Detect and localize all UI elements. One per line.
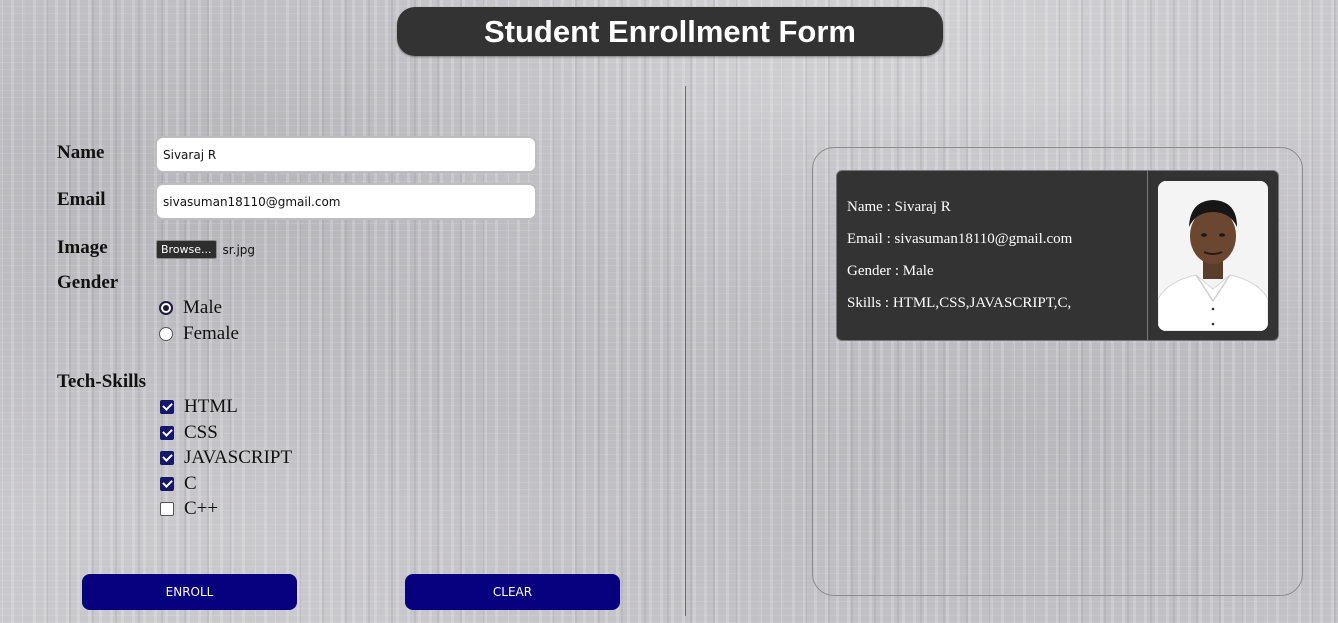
gender-option-male[interactable]: Male — [159, 297, 222, 319]
image-file-input[interactable]: Browse... sr.jpg — [156, 240, 255, 259]
email-label: Email — [57, 189, 106, 210]
name-input[interactable] — [155, 136, 537, 173]
tech-skills-label: Tech-Skills — [57, 371, 147, 392]
gender-label: Gender — [57, 272, 119, 293]
email-input[interactable] — [155, 183, 537, 220]
card-email: Email : sivasuman18110@gmail.com — [847, 231, 1073, 247]
selected-file-name: sr.jpg — [222, 242, 256, 257]
student-card: Name : Sivaraj R Email : sivasuman18110@… — [836, 170, 1279, 341]
clear-button[interactable]: CLEAR — [405, 574, 620, 610]
cpp-checkbox[interactable] — [160, 502, 174, 516]
skill-option-cpp[interactable]: C++ — [160, 498, 218, 520]
student-card-info: Name : Sivaraj R Email : sivasuman18110@… — [837, 171, 1147, 340]
female-radio-label: Female — [183, 323, 239, 344]
male-radio-label: Male — [183, 297, 223, 318]
name-label: Name — [57, 142, 105, 163]
skill-option-c[interactable]: C — [160, 473, 197, 495]
html-checkbox-label: HTML — [184, 396, 238, 417]
page-title: Student Enrollment Form — [484, 13, 856, 49]
skill-option-css[interactable]: CSS — [160, 422, 218, 444]
c-checkbox-label: C — [184, 473, 197, 494]
student-photo — [1158, 180, 1268, 331]
section-divider — [685, 86, 686, 616]
skill-option-javascript[interactable]: JAVASCRIPT — [160, 447, 292, 469]
browse-button[interactable]: Browse... — [156, 240, 217, 259]
student-photo-frame — [1147, 171, 1278, 340]
image-label: Image — [57, 237, 108, 258]
card-skills: Skills : HTML,CSS,JAVASCRIPT,C, — [847, 295, 1072, 311]
card-gender: Gender : Male — [847, 263, 934, 279]
javascript-checkbox-label: JAVASCRIPT — [184, 447, 293, 468]
gender-option-female[interactable]: Female — [159, 323, 239, 345]
page-title-bar: Student Enrollment Form — [397, 7, 943, 56]
male-radio[interactable] — [159, 301, 173, 315]
javascript-checkbox[interactable] — [160, 451, 174, 465]
card-name: Name : Sivaraj R — [847, 199, 951, 215]
female-radio[interactable] — [159, 327, 173, 341]
skill-option-html[interactable]: HTML — [160, 396, 238, 418]
c-checkbox[interactable] — [160, 477, 174, 491]
cpp-checkbox-label: C++ — [184, 498, 219, 519]
css-checkbox[interactable] — [160, 426, 174, 440]
html-checkbox[interactable] — [160, 400, 174, 414]
enroll-button[interactable]: ENROLL — [82, 574, 297, 610]
css-checkbox-label: CSS — [184, 422, 218, 443]
